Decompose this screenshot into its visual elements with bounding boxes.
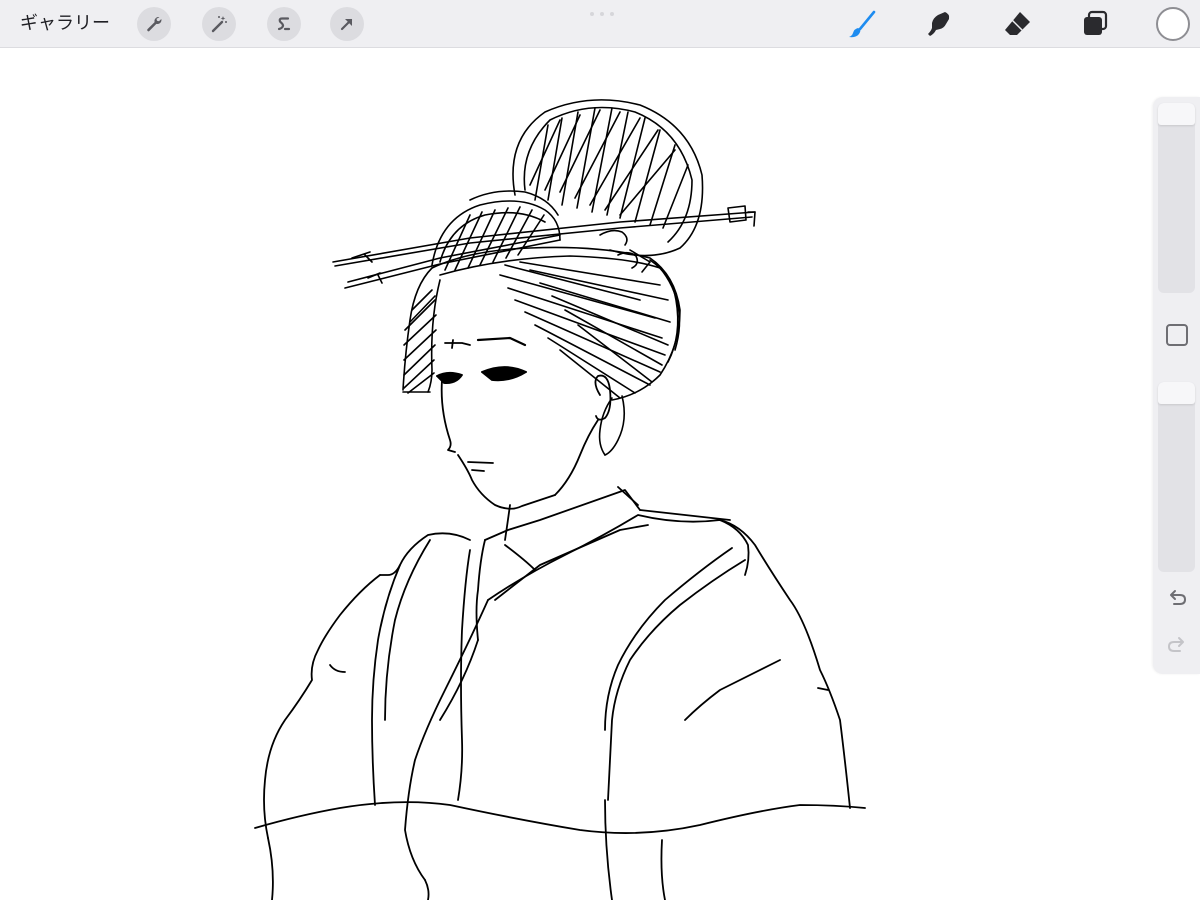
drawing-canvas[interactable]	[0, 49, 1150, 900]
line-art-sketch	[254, 99, 866, 900]
neck	[504, 486, 639, 541]
undo-icon	[1170, 590, 1187, 605]
brush-size-slider-thumb[interactable]	[1158, 103, 1195, 125]
brush-icon	[849, 10, 876, 38]
color-swatch-button[interactable]	[1156, 7, 1190, 41]
magic-wand-icon	[211, 16, 227, 33]
actions-button[interactable]	[137, 7, 171, 41]
layers-icon	[1084, 10, 1108, 35]
wrench-icon	[147, 17, 162, 32]
modify-button[interactable]	[1166, 324, 1188, 346]
top-toolbar: ギャラリー	[0, 0, 1200, 48]
opacity-slider[interactable]	[1158, 382, 1195, 572]
erase-button[interactable]	[1001, 8, 1033, 40]
kimono	[254, 489, 866, 900]
redo-button[interactable]	[1165, 634, 1189, 658]
selection-button[interactable]	[267, 7, 301, 41]
procreate-app: ギャラリー	[0, 0, 1200, 900]
toolbar-grab-handle[interactable]	[590, 12, 614, 16]
transform-button[interactable]	[330, 7, 364, 41]
smudge-button[interactable]	[923, 8, 955, 40]
arrow-cursor-icon	[340, 18, 353, 31]
layers-button[interactable]	[1079, 8, 1111, 40]
face	[436, 336, 612, 510]
smudge-icon	[928, 12, 950, 36]
hair-back-mass	[431, 246, 681, 456]
gallery-button[interactable]: ギャラリー	[20, 11, 110, 37]
paint-button[interactable]	[846, 8, 878, 40]
redo-icon	[1167, 637, 1184, 652]
hair-side-left	[402, 267, 441, 394]
selection-s-icon	[277, 17, 291, 31]
brush-size-slider[interactable]	[1158, 103, 1195, 293]
opacity-slider-thumb[interactable]	[1158, 382, 1195, 404]
right-sidebar	[1153, 97, 1200, 674]
eraser-icon	[1005, 12, 1030, 35]
undo-button[interactable]	[1165, 587, 1189, 611]
adjustments-button[interactable]	[202, 7, 236, 41]
